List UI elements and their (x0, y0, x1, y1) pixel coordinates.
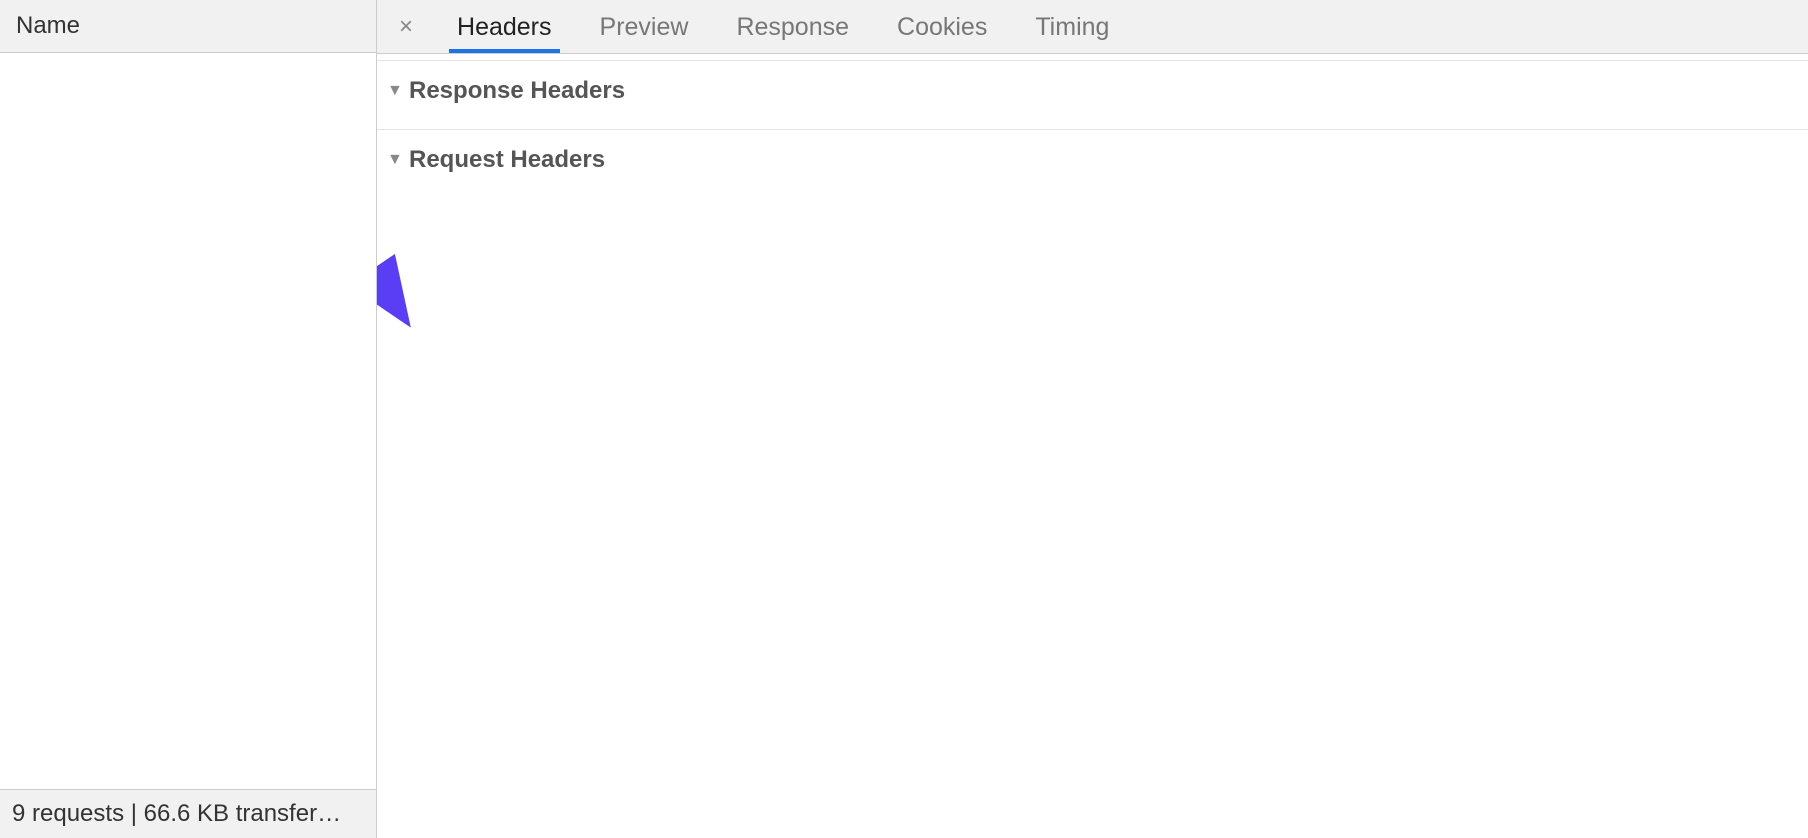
chevron-down-icon: ▼ (387, 82, 405, 100)
details-panel: × Headers Preview Response Cookies Timin… (377, 0, 1808, 838)
sidebar-header-name[interactable]: Name (0, 0, 376, 53)
tab-response[interactable]: Response (734, 1, 851, 52)
headers-detail-scroll[interactable]: ▼ Response Headers ▼ Request Headers (377, 54, 1808, 838)
tab-cookies[interactable]: Cookies (895, 1, 989, 52)
request-list (0, 53, 376, 789)
request-headers-toggle[interactable]: ▼ Request Headers (377, 140, 1808, 184)
tab-timing[interactable]: Timing (1033, 1, 1111, 52)
details-tabs: × Headers Preview Response Cookies Timin… (377, 0, 1808, 54)
network-sidebar: Name 9 requests | 66.6 KB transfer… (0, 0, 377, 838)
sidebar-status-footer: 9 requests | 66.6 KB transfer… (0, 789, 376, 838)
request-headers-section: ▼ Request Headers (377, 129, 1808, 192)
response-headers-section: ▼ Response Headers (377, 60, 1808, 123)
request-headers-title: Request Headers (409, 146, 605, 174)
close-icon[interactable]: × (395, 13, 417, 41)
response-headers-title: Response Headers (409, 77, 625, 105)
chevron-down-icon: ▼ (387, 151, 405, 169)
annotation-arrow (377, 216, 433, 336)
response-headers-toggle[interactable]: ▼ Response Headers (377, 71, 1808, 115)
tab-headers[interactable]: Headers (455, 1, 554, 52)
tab-preview[interactable]: Preview (598, 1, 691, 52)
